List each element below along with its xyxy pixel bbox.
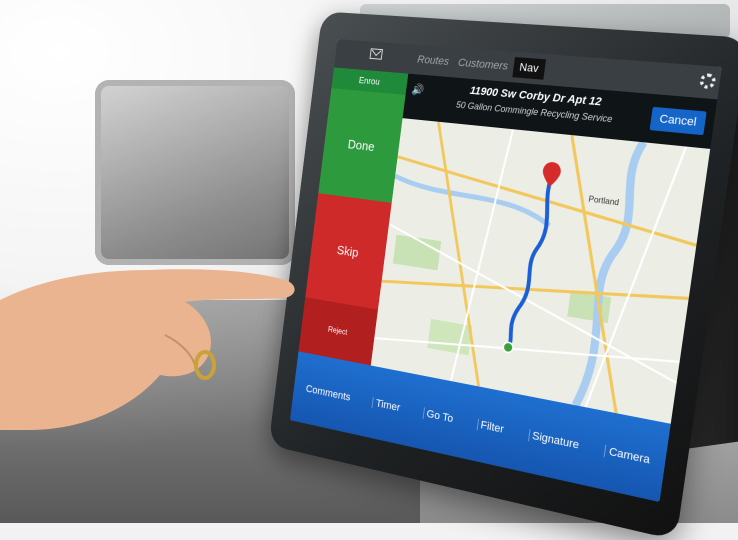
speaker-icon[interactable]: 🔊 [411,83,425,97]
river [391,176,553,226]
timer-button[interactable]: Timer [371,396,404,415]
dashboard-vent [95,80,295,265]
goto-button[interactable]: Go To [422,406,457,426]
tablet-device: Routes Customers Nav Enrou Done Skip Rej… [268,11,738,540]
tablet-screen: Routes Customers Nav Enrou Done Skip Rej… [289,39,722,503]
tab-nav[interactable]: Nav [512,57,546,80]
comments-button[interactable]: Comments [303,382,354,403]
mail-icon[interactable] [369,48,383,60]
park-area [567,290,612,324]
status-area [334,39,389,72]
route-line [508,177,552,351]
tab-customers[interactable]: Customers [453,53,513,77]
map-city-label: Portland [588,194,620,208]
done-button[interactable]: Done [318,88,406,203]
current-location-icon [503,342,514,354]
signature-button[interactable]: Signature [527,428,583,452]
tab-routes[interactable]: Routes [412,50,453,73]
filter-button[interactable]: Filter [476,417,508,436]
gear-icon[interactable] [698,72,717,90]
cancel-button[interactable]: Cancel [649,106,707,136]
camera-button[interactable]: Camera [604,444,654,467]
destination-pin-icon[interactable] [540,161,562,188]
skip-button[interactable]: Skip [305,193,392,310]
